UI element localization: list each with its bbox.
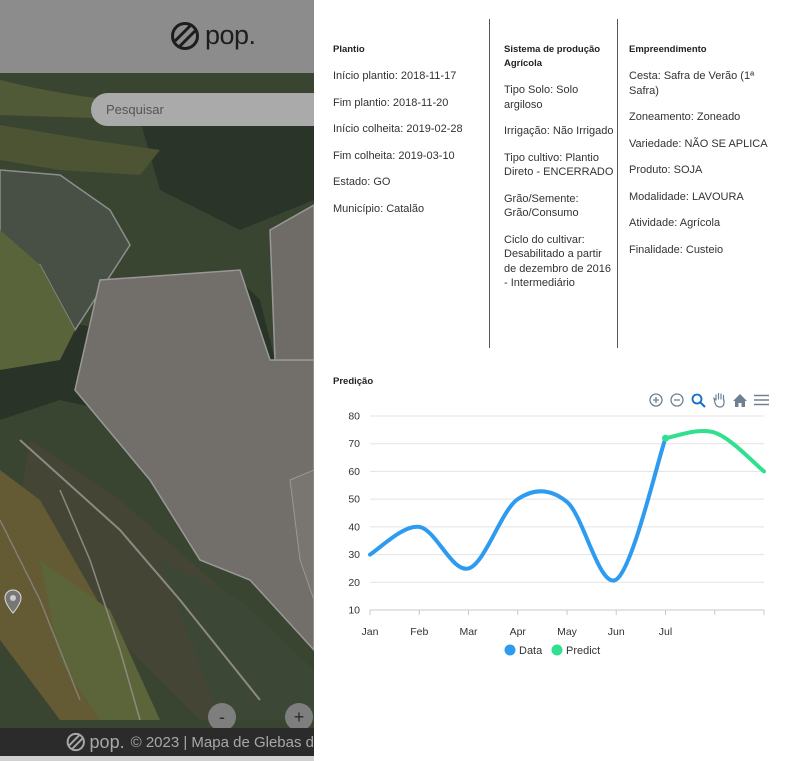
zoom-out-button[interactable]: -: [208, 703, 236, 731]
plantio-item: Estado: GO: [333, 176, 391, 188]
column-divider: [617, 19, 618, 348]
top-bar: pop.: [0, 0, 314, 73]
y-tick-label: 80: [348, 411, 360, 423]
empreendimento-item: Cesta: Safra de Verão (1ª Safra): [629, 70, 755, 97]
empreendimento-column: Empreendimento Cesta: Safra de Verão (1ª…: [629, 19, 779, 257]
y-tick-label: 40: [348, 521, 360, 533]
chart-series: [368, 429, 766, 583]
search-input[interactable]: [91, 93, 314, 126]
empreendimento-item: Variedade: NÃO SE APLICA: [629, 137, 768, 150]
plantio-title: Plantio: [333, 44, 365, 55]
x-tick-label: Feb: [410, 626, 428, 638]
empreendimento-title: Empreendimento: [629, 44, 707, 55]
sistema-title: Sistema de produção Agrícola: [504, 44, 601, 69]
legend-marker: [504, 644, 516, 656]
pop-logo-icon: [171, 21, 199, 50]
x-axis: Jan Feb Mar Apr May Jun Jul: [362, 609, 765, 638]
plantio-item: Município: Catalão: [333, 202, 425, 215]
y-tick-label: 20: [348, 577, 360, 589]
column-divider: [489, 19, 490, 348]
sistema-item: Grão/Semente: Grão/Consumo: [504, 192, 579, 220]
series-line-data: [368, 436, 668, 583]
legend-label: Predict: [566, 645, 600, 657]
plantio-item: Fim plantio: 2018-11-20: [333, 96, 449, 109]
empreendimento-item: Finalidade: Custeio: [629, 243, 724, 256]
legend-label: Data: [519, 645, 543, 657]
y-tick-label: 70: [348, 438, 360, 450]
sistema-item: Tipo cultivo: Plantio Direto - ENCERRADO: [504, 151, 614, 179]
x-tick-label: Jan: [362, 626, 379, 638]
sistema-item: Tipo Solo: Solo argiloso: [504, 84, 579, 111]
y-tick-label: 30: [348, 549, 360, 561]
empreendimento-item: Modalidade: LAVOURA: [629, 190, 744, 203]
plantio-item: Início colheita: 2019-02-28: [333, 123, 463, 135]
footer-strip: [0, 756, 314, 761]
y-axis: 10 20 30 40 50 60 70 80: [348, 411, 360, 617]
x-tick-label: May: [557, 626, 578, 638]
logo-text: pop.: [205, 20, 256, 50]
empreendimento-item: Atividade: Agrícola: [629, 217, 721, 229]
footer-logo-text: pop.: [89, 731, 125, 752]
empreendimento-item: Produto: SOJA: [629, 164, 703, 176]
sistema-column: Sistema de produção Agrícola Tipo Solo: …: [504, 19, 614, 291]
map-view[interactable]: pop. - + pop. © 2023 | Mapa de Glebas d: [0, 0, 314, 761]
map-pin-icon[interactable]: [4, 589, 22, 615]
sistema-item: Ciclo do cultivar: Desabilitado a partir…: [504, 233, 612, 290]
y-tick-label: 50: [348, 494, 360, 506]
plantio-column: Plantio Início plantio: 2018-11-17 Fim p…: [333, 19, 483, 216]
plantio-item: Fim colheita: 2019-03-10: [333, 149, 455, 162]
sistema-item: Irrigação: Não Irrigado: [504, 125, 614, 137]
x-tick-label: Mar: [459, 626, 478, 638]
search-box: [91, 93, 314, 126]
app-logo[interactable]: pop.: [170, 20, 256, 51]
footer-copyright: © 2023 | Mapa de Glebas d: [130, 733, 314, 751]
prediction-chart: 10 20 30 40 50 60 70 80 Jan Feb Mar Apr May Jun Jul D…: [348, 411, 766, 657]
series-line-predict: [663, 429, 766, 474]
predict-start-point: [662, 434, 669, 442]
zoom-in-button[interactable]: +: [285, 703, 313, 731]
empreendimento-item: Zoneamento: Zoneado: [629, 111, 741, 123]
footer-bar: pop. © 2023 | Mapa de Glebas d: [0, 728, 314, 756]
chart-legend: Data Predict: [504, 644, 600, 657]
legend-marker: [551, 644, 563, 656]
prediction-title: Predição: [333, 376, 374, 387]
x-tick-label: Jun: [608, 626, 625, 638]
chart-grid: [370, 415, 764, 611]
details-panel: Plantio Início plantio: 2018-11-17 Fim p…: [314, 0, 792, 761]
plantio-item: Início plantio: 2018-11-17: [333, 70, 457, 82]
y-tick-label: 60: [348, 466, 360, 478]
footer-logo-icon: [66, 732, 85, 752]
x-tick-label: Jul: [659, 626, 672, 638]
y-tick-label: 10: [348, 605, 360, 617]
x-tick-label: Apr: [510, 626, 527, 638]
